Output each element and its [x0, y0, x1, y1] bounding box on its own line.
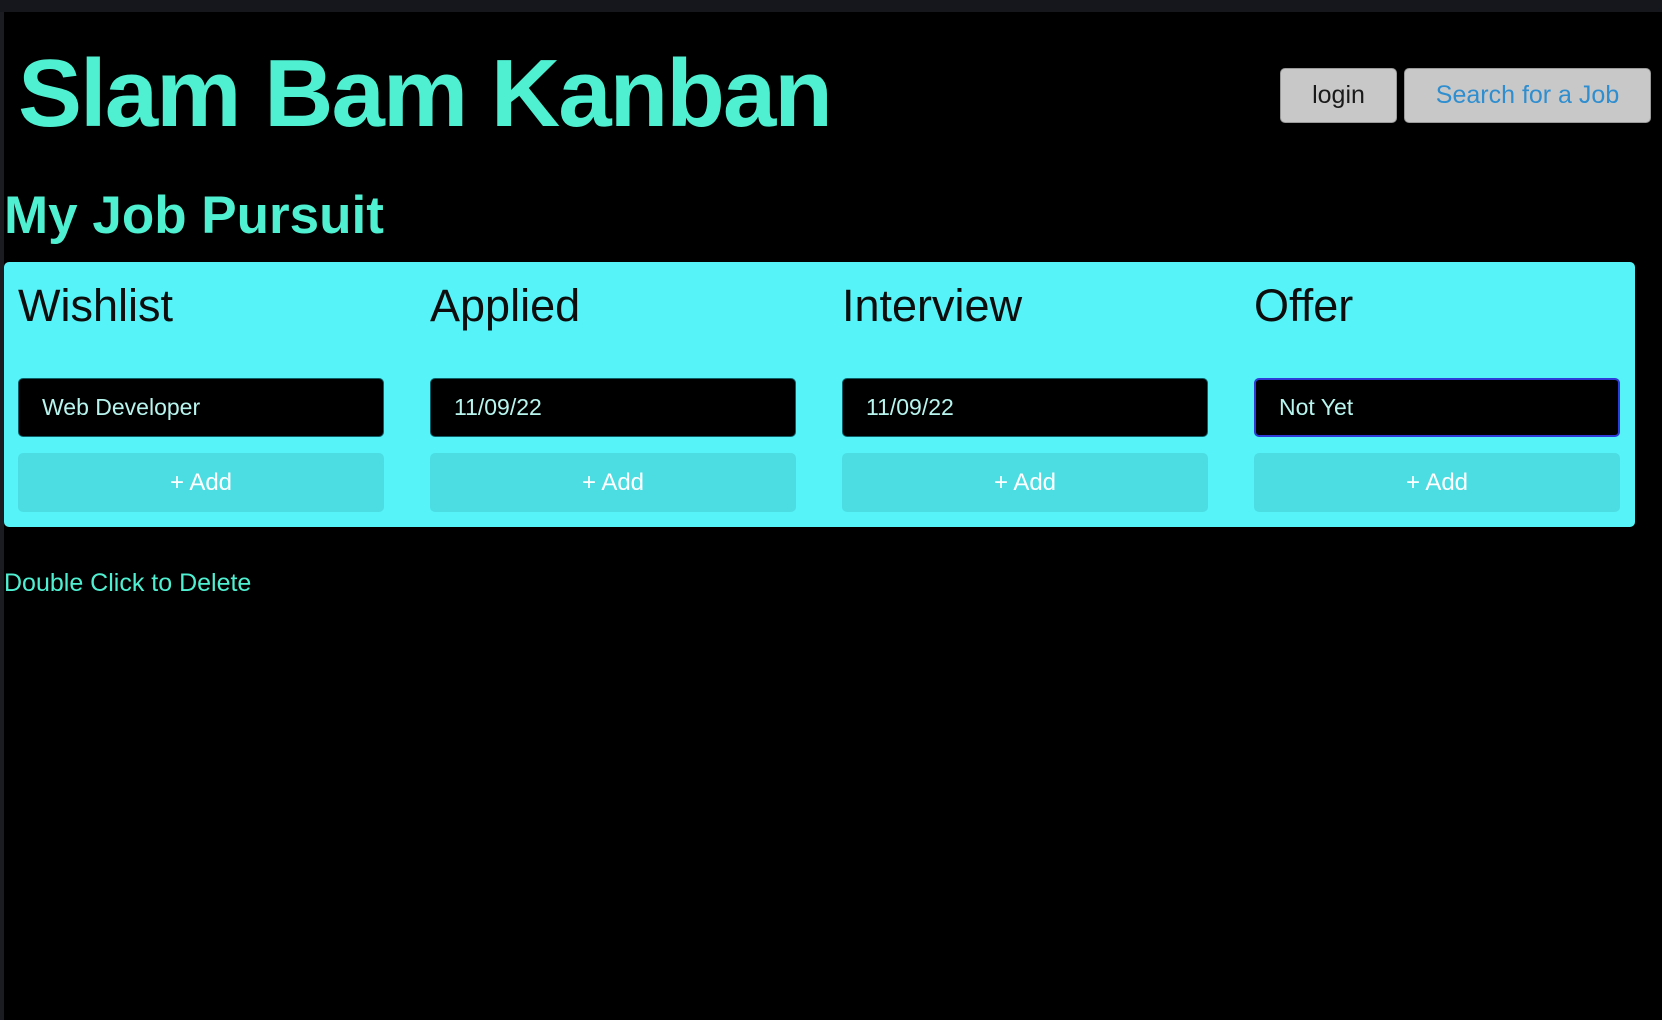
column-applied: Applied + Add — [430, 262, 796, 527]
app-title: Slam Bam Kanban — [18, 40, 833, 147]
page-title: My Job Pursuit — [4, 186, 384, 245]
column-interview: Interview + Add — [842, 262, 1208, 527]
delete-hint: Double Click to Delete — [4, 569, 252, 597]
interview-input[interactable] — [842, 378, 1208, 437]
search-job-button[interactable]: Search for a Job — [1404, 68, 1651, 123]
offer-input[interactable] — [1254, 378, 1620, 437]
column-wishlist: Wishlist + Add — [18, 262, 384, 527]
wishlist-add-button[interactable]: + Add — [18, 453, 384, 512]
applied-add-button[interactable]: + Add — [430, 453, 796, 512]
login-button[interactable]: login — [1280, 68, 1397, 123]
column-title: Wishlist — [18, 280, 173, 331]
column-title: Offer — [1254, 280, 1354, 331]
column-offer: Offer + Add — [1254, 262, 1620, 527]
column-title: Interview — [842, 280, 1023, 331]
applied-input[interactable] — [430, 378, 796, 437]
interview-add-button[interactable]: + Add — [842, 453, 1208, 512]
offer-add-button[interactable]: + Add — [1254, 453, 1620, 512]
wishlist-input[interactable] — [18, 378, 384, 437]
column-title: Applied — [430, 280, 581, 331]
kanban-board: Wishlist + Add Applied + Add Interview +… — [4, 262, 1635, 527]
window-top-bar — [0, 0, 1662, 12]
